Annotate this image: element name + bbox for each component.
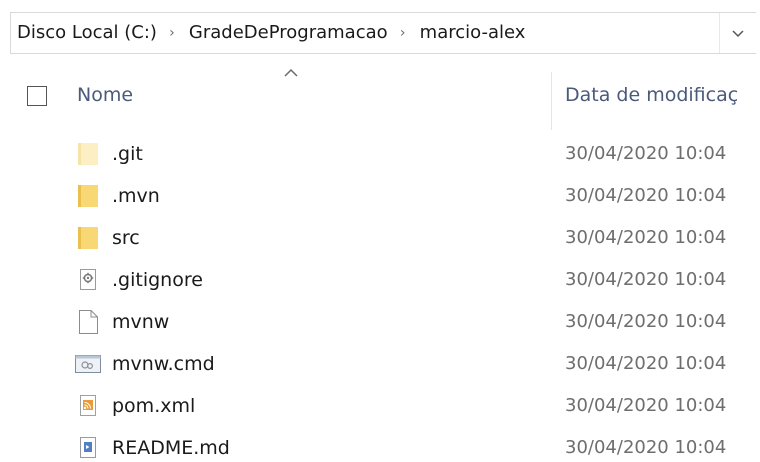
file-date-modified: 30/04/2020 10:04 <box>565 227 727 248</box>
breadcrumb-separator-icon[interactable]: › <box>392 13 414 53</box>
column-header-name[interactable]: Nome <box>77 84 133 106</box>
file-row[interactable]: mvnw 30/04/2020 10:04 <box>0 301 760 343</box>
breadcrumb-folder-current[interactable]: marcio-alex <box>414 13 530 53</box>
column-header-row: Nome Data de modificaç <box>0 58 760 130</box>
file-row[interactable]: src 30/04/2020 10:04 <box>0 217 760 259</box>
address-bar[interactable]: Disco Local (C:) › GradeDeProgramacao › … <box>10 12 756 54</box>
file-row[interactable]: README.md 30/04/2020 10:04 <box>0 427 760 462</box>
md-file-icon <box>74 435 102 461</box>
sort-ascending-icon <box>284 68 298 77</box>
select-all-checkbox[interactable] <box>27 86 47 106</box>
file-name: .gitignore <box>112 269 203 291</box>
file-name: .git <box>112 143 143 165</box>
cmd-file-icon <box>74 351 102 377</box>
file-row[interactable]: .git 30/04/2020 10:04 <box>0 133 760 175</box>
column-header-date-modified[interactable]: Data de modificaç <box>565 84 760 106</box>
file-explorer-window: Disco Local (C:) › GradeDeProgramacao › … <box>0 0 760 462</box>
file-list: .git 30/04/2020 10:04 .mvn 30/04/2020 10… <box>0 133 760 462</box>
file-row[interactable]: pom.xml 30/04/2020 10:04 <box>0 385 760 427</box>
file-row[interactable]: .mvn 30/04/2020 10:04 <box>0 175 760 217</box>
file-date-modified: 30/04/2020 10:04 <box>565 269 727 290</box>
file-date-modified: 30/04/2020 10:04 <box>565 353 727 374</box>
folder-faded-icon <box>74 141 102 167</box>
file-row[interactable]: .gitignore 30/04/2020 10:04 <box>0 259 760 301</box>
file-name: pom.xml <box>112 395 196 417</box>
file-date-modified: 30/04/2020 10:04 <box>565 437 727 458</box>
column-divider[interactable] <box>551 72 552 130</box>
folder-icon <box>74 225 102 251</box>
breadcrumb-folder-grade[interactable]: GradeDeProgramacao <box>183 13 392 53</box>
breadcrumb-separator-icon[interactable]: › <box>161 13 183 53</box>
chevron-down-icon <box>732 30 744 38</box>
file-date-modified: 30/04/2020 10:04 <box>565 311 727 332</box>
folder-icon <box>74 183 102 209</box>
file-date-modified: 30/04/2020 10:04 <box>565 185 727 206</box>
file-row[interactable]: mvnw.cmd 30/04/2020 10:04 <box>0 343 760 385</box>
file-name: src <box>112 227 140 249</box>
blank-file-icon <box>74 309 102 335</box>
breadcrumb-drive[interactable]: Disco Local (C:) <box>11 13 161 53</box>
address-history-dropdown[interactable] <box>719 13 756 53</box>
file-name: mvnw <box>112 311 170 333</box>
file-date-modified: 30/04/2020 10:04 <box>565 395 727 416</box>
xml-file-icon <box>74 393 102 419</box>
file-name: README.md <box>112 437 230 459</box>
file-name: mvnw.cmd <box>112 353 215 375</box>
settings-file-icon <box>74 267 102 293</box>
file-date-modified: 30/04/2020 10:04 <box>565 143 727 164</box>
file-name: .mvn <box>112 185 160 207</box>
